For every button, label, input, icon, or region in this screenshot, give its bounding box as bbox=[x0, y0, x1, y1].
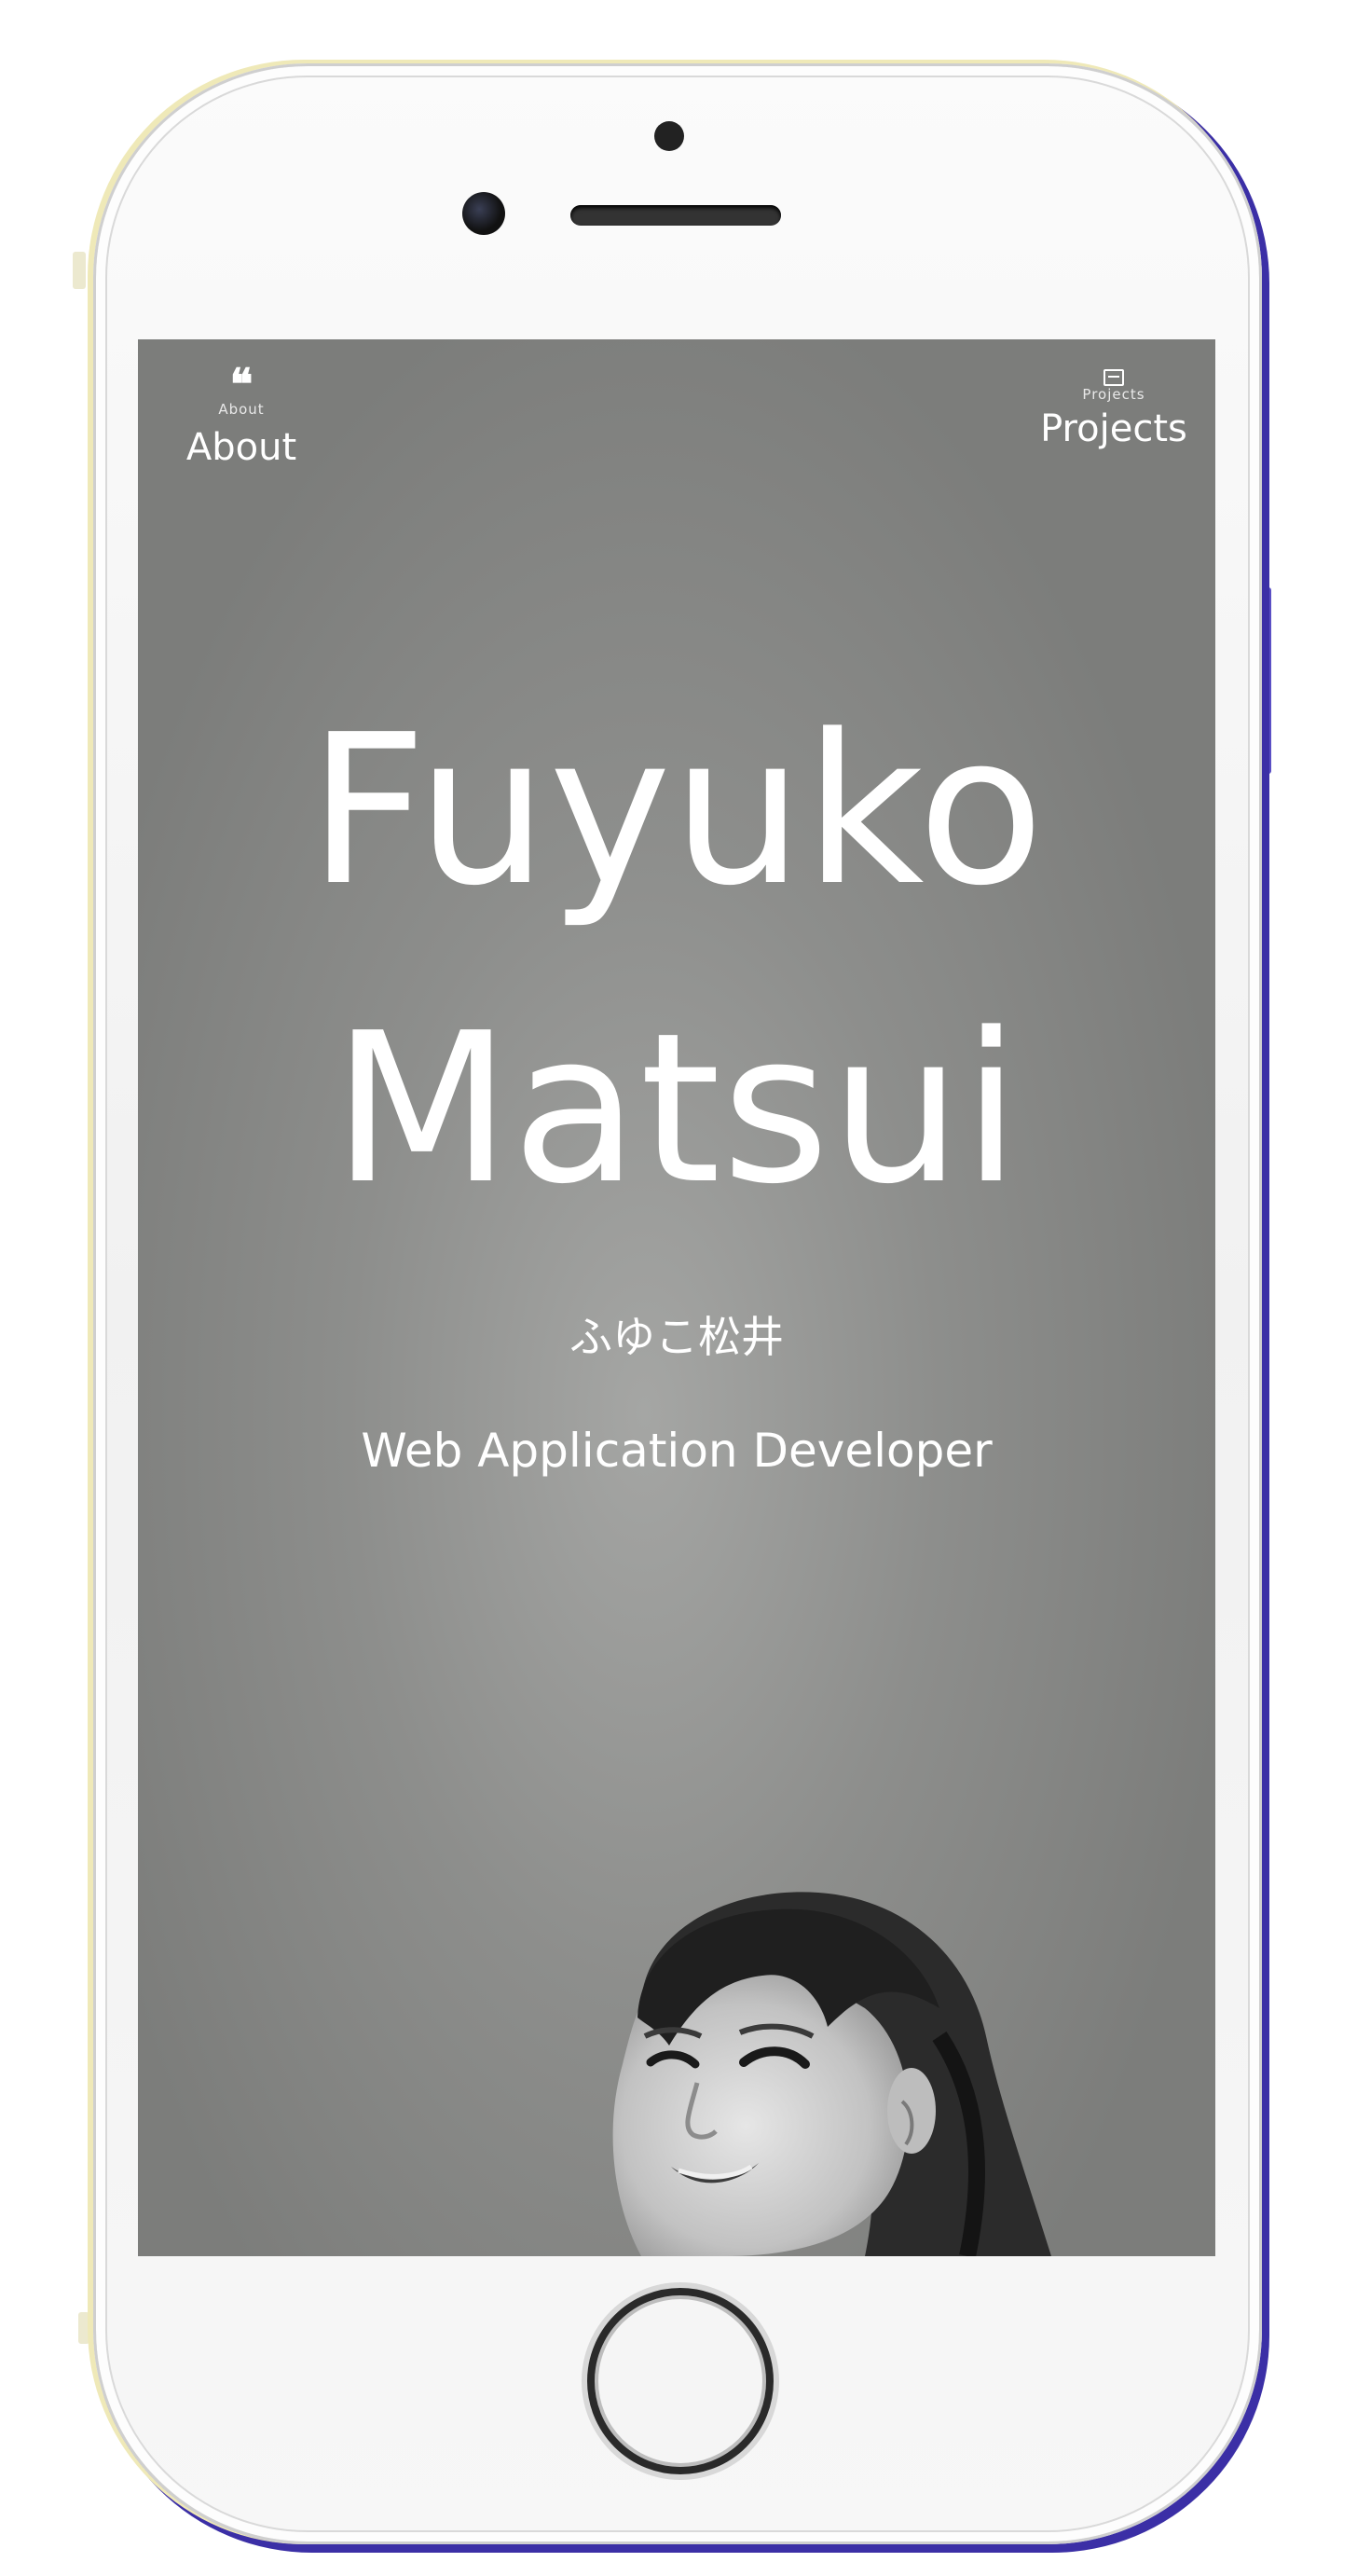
volume-button bbox=[73, 252, 86, 289]
phone-screen: ❝ About About Projects Projects Fuyuko M… bbox=[138, 339, 1215, 2256]
front-camera bbox=[654, 121, 684, 151]
side-switch bbox=[78, 2312, 89, 2344]
projects-icon bbox=[1103, 369, 1124, 386]
nav-projects-icon-caption: Projects bbox=[1082, 386, 1145, 403]
nav-projects-label: Projects bbox=[1040, 407, 1187, 450]
nav-projects-link[interactable]: Projects Projects bbox=[1035, 367, 1193, 451]
nav-about-icon-caption: About bbox=[218, 401, 265, 418]
hero-japanese-name: ふゆこ松井 bbox=[569, 1312, 784, 1362]
quote-icon: ❝ bbox=[229, 359, 254, 409]
hero-role: Web Application Developer bbox=[361, 1424, 993, 1478]
home-button[interactable] bbox=[587, 2288, 774, 2474]
hero-last-name: Matsui bbox=[332, 989, 1021, 1230]
nav-about-link[interactable]: ❝ About About bbox=[181, 359, 302, 470]
hero-first-name: Fuyuko bbox=[308, 691, 1046, 931]
portrait-photo bbox=[612, 1892, 1051, 2256]
earpiece-speaker bbox=[570, 205, 781, 226]
proximity-sensor bbox=[462, 192, 505, 235]
nav-about-label: About bbox=[185, 426, 297, 469]
